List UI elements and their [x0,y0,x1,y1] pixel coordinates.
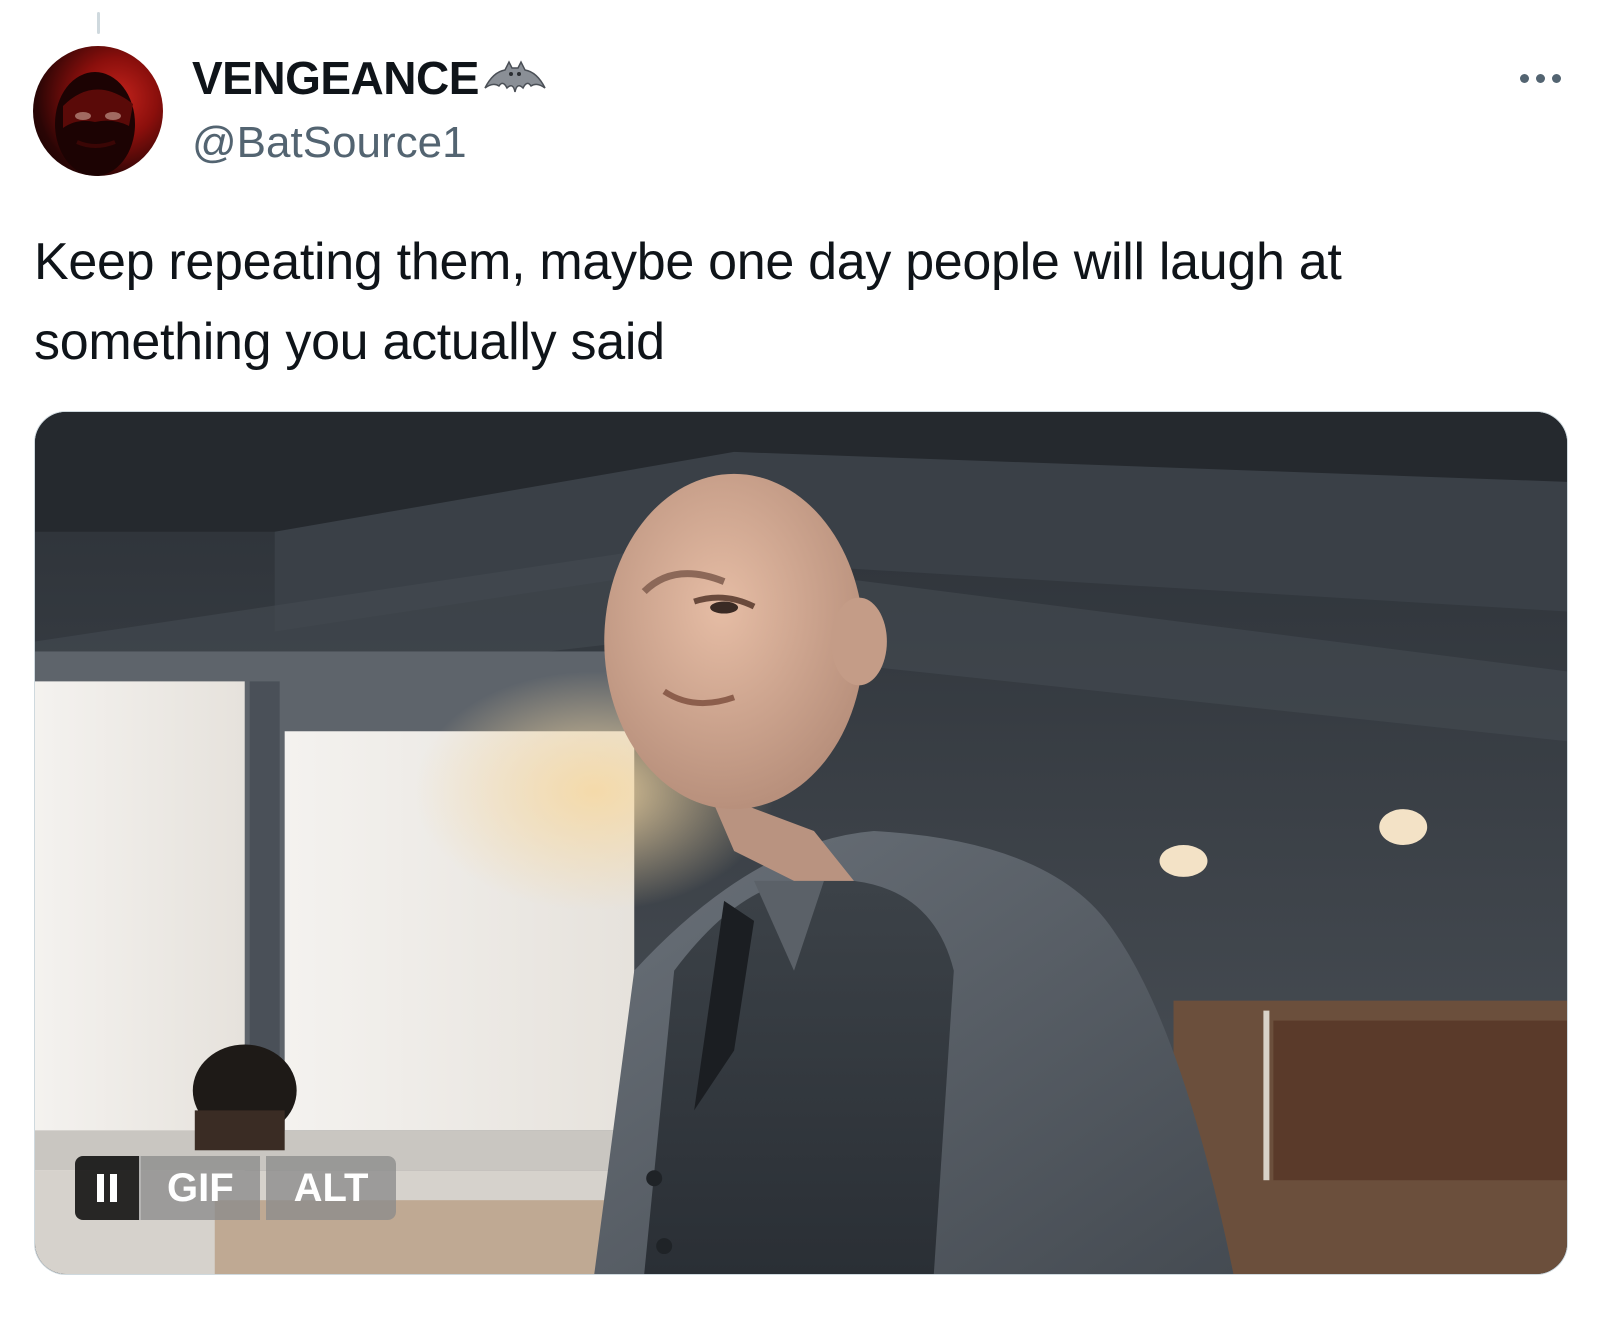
avatar[interactable] [33,46,163,176]
more-options-button[interactable] [1510,60,1570,96]
pause-button[interactable] [75,1156,139,1220]
more-dots-icon [1551,73,1561,83]
masked-hero-avatar-icon [55,72,135,176]
author-display-name[interactable]: VENGEANCE [192,52,547,104]
bat-icon [484,60,546,93]
tweet-text: Keep repeating them, maybe one day peopl… [34,233,1342,371]
author-handle[interactable]: @BatSource1 [192,118,467,168]
more-dots-icon [1519,73,1529,83]
more-dots-icon [1535,73,1545,83]
author-name-text[interactable]: VENGEANCE [192,52,479,104]
media-controls: GIF ALT [75,1156,397,1220]
gif-badge: GIF [139,1156,260,1220]
gif-frame-image [35,412,1567,1274]
pause-icon [97,1174,104,1202]
thread-connector-line [97,12,100,34]
alt-text-button[interactable]: ALT [265,1156,397,1220]
pause-icon [110,1174,117,1202]
tweet-media-gif[interactable]: GIF ALT [34,411,1568,1275]
